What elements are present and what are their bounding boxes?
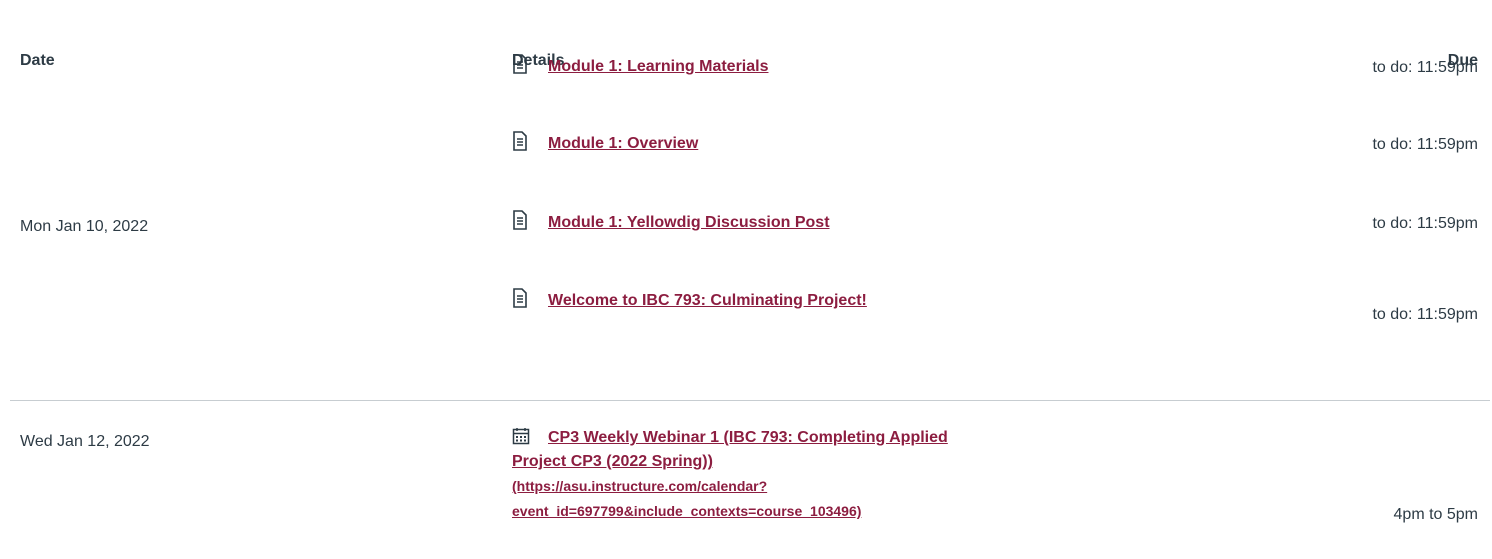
group-date: Mon Jan 10, 2022 [20, 218, 149, 235]
list-item: CP3 Weekly Webinar 1 (IBC 793: Completin… [512, 426, 972, 524]
group-date: Wed Jan 12, 2022 [20, 433, 150, 450]
item-due: to do: 11:59pm [1372, 215, 1478, 232]
group-divider [10, 400, 1490, 401]
item-link[interactable]: Module 1: Overview [512, 131, 699, 152]
item-due: to do: 11:59pm [1372, 136, 1478, 153]
item-title: Module 1: Overview [548, 135, 699, 152]
list-item: Welcome to IBC 793: Culminating Project! [512, 288, 932, 313]
page-icon [512, 210, 534, 230]
calendar-icon [512, 427, 534, 447]
item-link[interactable]: Welcome to IBC 793: Culminating Project! [512, 288, 867, 309]
page-icon [512, 54, 534, 74]
item-title: Module 1: Learning Materials [548, 58, 769, 75]
item-title: Welcome to IBC 793: Culminating Project! [548, 292, 867, 309]
item-link[interactable]: Module 1: Learning Materials [512, 54, 769, 75]
item-due: 4pm to 5pm [1393, 506, 1478, 523]
item-due: to do: 11:59pm [1372, 306, 1478, 323]
list-item: Module 1: Yellowdig Discussion Post [512, 210, 952, 235]
list-item: Module 1: Learning Materials [512, 54, 952, 79]
list-item: Module 1: Overview [512, 131, 952, 156]
item-title: CP3 Weekly Webinar 1 (IBC 793: Completin… [512, 429, 948, 470]
item-link[interactable]: CP3 Weekly Webinar 1 (IBC 793: Completin… [512, 427, 948, 520]
item-url: (https://asu.instructure.com/calendar?ev… [512, 478, 862, 519]
assignments-table: Date Details Due Mon Jan 10, 2022 Module… [0, 0, 1492, 559]
date-column-header: Date [20, 52, 55, 69]
page-icon [512, 288, 534, 308]
item-link[interactable]: Module 1: Yellowdig Discussion Post [512, 210, 830, 231]
item-title: Module 1: Yellowdig Discussion Post [548, 214, 830, 231]
item-due: to do: 11:59pm [1372, 59, 1478, 76]
page-icon [512, 131, 534, 151]
